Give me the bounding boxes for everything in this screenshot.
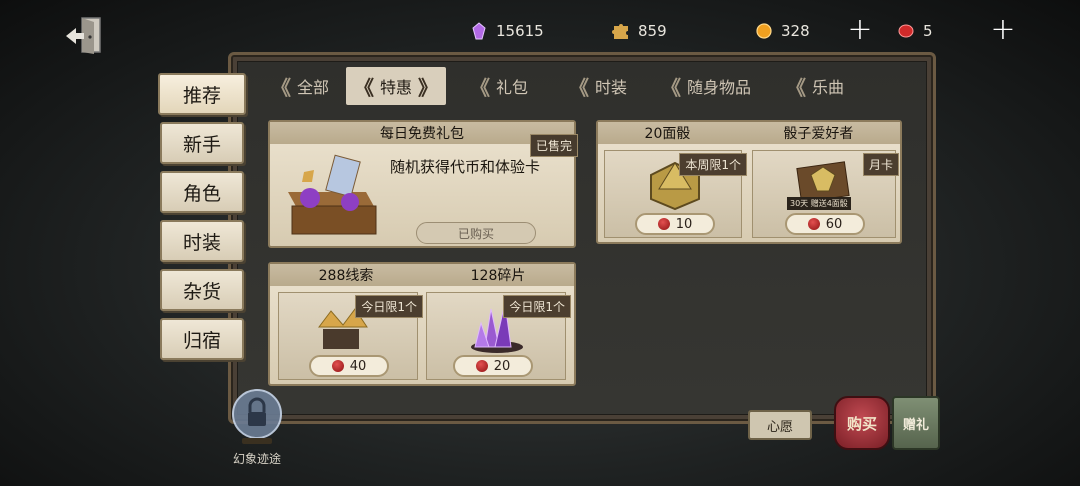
tab-label: 随身物品 xyxy=(686,78,751,97)
price-value: 20 xyxy=(493,358,511,374)
exit-icon[interactable] xyxy=(62,14,110,58)
price-tag[interactable]: 60 xyxy=(785,213,865,235)
tab-bracket-icon: 《 xyxy=(785,75,806,100)
currency-gold-coin: 328 xyxy=(755,18,810,44)
card-header: 20面骰 骰子爱好者 xyxy=(598,122,900,144)
tab-music[interactable]: 《乐曲 xyxy=(762,67,862,105)
purchased-button[interactable]: 已购买 xyxy=(416,222,536,244)
sidebar-item-label: 杂货 xyxy=(182,280,221,303)
tab-label: 特惠 xyxy=(379,78,412,97)
add-red-gem-button[interactable]: + xyxy=(990,15,1016,45)
item-288-clues[interactable]: 今日限1个 40 xyxy=(278,292,423,380)
tab-costume[interactable]: 《时装 xyxy=(546,67,644,105)
currency-value: 328 xyxy=(781,22,810,40)
purple-gem-icon xyxy=(472,22,486,40)
tab-bracket-icon: 《 xyxy=(568,75,589,100)
crystal-ball-icon xyxy=(232,389,282,444)
item-128-fragments[interactable]: 今日限1个 20 xyxy=(426,292,571,380)
sidebar-item-label: 推荐 xyxy=(182,84,221,107)
gift-button[interactable]: 赠礼 xyxy=(892,396,940,450)
card-header: 288线索 128碎片 xyxy=(270,264,574,286)
tab-bracket-icon: 《 xyxy=(660,75,681,100)
card-title: 20面骰 xyxy=(644,126,691,142)
sidebar-item-home[interactable]: 归宿 xyxy=(160,318,244,360)
price-value: 10 xyxy=(675,216,693,232)
buy-button[interactable]: 购买 xyxy=(834,396,890,450)
wishlist-label: 心愿 xyxy=(766,419,793,435)
daily-free-pack-card[interactable]: 每日免费礼包 已售完 随机获得代币和体验卡 已购买 xyxy=(268,120,578,248)
sidebar-item-costume[interactable]: 时装 xyxy=(160,220,244,262)
wishlist-button[interactable]: 心愿 xyxy=(748,410,812,440)
price-tag[interactable]: 20 xyxy=(453,355,533,377)
currency-purple-gem: 15615 xyxy=(470,18,544,44)
crystal-ball-button[interactable] xyxy=(226,386,288,448)
price-value: 40 xyxy=(349,358,367,374)
currency-value: 15615 xyxy=(496,22,544,40)
weekly-limit-badge: 本周限1个 xyxy=(679,153,747,176)
daily-limit-badge: 今日限1个 xyxy=(503,295,571,318)
item-dice-lover[interactable]: 月卡 30天 赠送4面骰 60 xyxy=(752,150,899,238)
sidebar-item-label: 新手 xyxy=(182,133,221,156)
gift-chest-icon xyxy=(288,154,377,235)
card-description: 随机获得代币和体验卡 xyxy=(390,158,541,176)
puzzle-piece-icon xyxy=(612,24,628,39)
crystal-ball-label: 幻象迹途 xyxy=(232,452,281,466)
tab-bracket-icon: 《 xyxy=(353,75,374,100)
gold-coin-icon xyxy=(756,23,772,39)
gift-label: 赠礼 xyxy=(902,417,929,433)
sidebar-item-recommended[interactable]: 推荐 xyxy=(158,73,246,115)
currency-value: 5 xyxy=(923,22,933,40)
monthly-card-badge: 月卡 xyxy=(862,153,899,176)
tab-label: 乐曲 xyxy=(811,78,844,97)
tab-special-offer[interactable]: 《特惠》 xyxy=(346,67,446,105)
red-gem-icon xyxy=(475,360,488,372)
sidebar-item-newbie[interactable]: 新手 xyxy=(160,122,244,164)
tab-accessories[interactable]: 《随身物品 xyxy=(644,67,762,105)
item-subtitle: 30天 赠送4面骰 xyxy=(787,197,851,210)
red-gem-icon xyxy=(807,218,820,230)
top-bar: 15615 859 328 + 5 + xyxy=(0,0,1080,60)
tab-label: 礼包 xyxy=(495,78,528,97)
currency-puzzle: 859 xyxy=(612,18,667,44)
price-value: 60 xyxy=(825,216,843,232)
tab-label: 时装 xyxy=(594,78,627,97)
item-20-sided-die[interactable]: 本周限1个 10 xyxy=(604,150,747,238)
dice-offers-card: 20面骰 骰子爱好者 本周限1个 10 月卡 30天 赠送4面骰 60 xyxy=(596,120,902,244)
sold-out-badge: 已售完 xyxy=(529,134,578,157)
tab-bracket-icon: 《 xyxy=(270,75,291,100)
tab-gift-pack[interactable]: 《礼包 xyxy=(446,67,546,105)
price-tag[interactable]: 10 xyxy=(635,213,715,235)
tab-label: 全部 xyxy=(296,78,329,97)
price-tag[interactable]: 40 xyxy=(309,355,389,377)
sidebar-item-goods[interactable]: 杂货 xyxy=(160,269,244,311)
clues-fragments-card: 288线索 128碎片 今日限1个 40 今日限1个 20 xyxy=(268,262,576,386)
sidebar-item-character[interactable]: 角色 xyxy=(160,171,244,213)
red-gem-icon xyxy=(331,360,344,372)
red-gem-icon xyxy=(657,218,670,230)
tab-all[interactable]: 《全部 xyxy=(248,67,346,105)
card-title: 128碎片 xyxy=(470,268,526,284)
daily-limit-badge: 今日限1个 xyxy=(355,295,423,318)
sidebar: 推荐 新手 角色 时装 杂货 归宿 xyxy=(158,73,250,367)
sidebar-item-label: 归宿 xyxy=(182,329,221,352)
add-gold-coin-button[interactable]: + xyxy=(847,15,873,45)
buy-label: 购买 xyxy=(846,414,877,433)
tab-bracket-icon: 《 xyxy=(469,75,490,100)
sidebar-item-label: 角色 xyxy=(182,182,221,205)
tab-bracket-icon: 》 xyxy=(418,75,438,100)
card-header: 每日免费礼包 xyxy=(270,122,574,144)
currency-value: 859 xyxy=(638,22,667,40)
card-title: 288线索 xyxy=(318,268,374,284)
category-tabs: 《全部 《特惠》 《礼包 《时装 《随身物品 《乐曲 xyxy=(248,66,920,106)
red-gem-icon xyxy=(898,24,914,38)
sidebar-item-label: 时装 xyxy=(182,231,221,254)
currency-red-gem: 5 xyxy=(897,18,933,44)
purchased-label: 已购买 xyxy=(457,226,494,241)
card-title: 每日免费礼包 xyxy=(380,126,464,142)
card-title: 骰子爱好者 xyxy=(783,126,854,142)
